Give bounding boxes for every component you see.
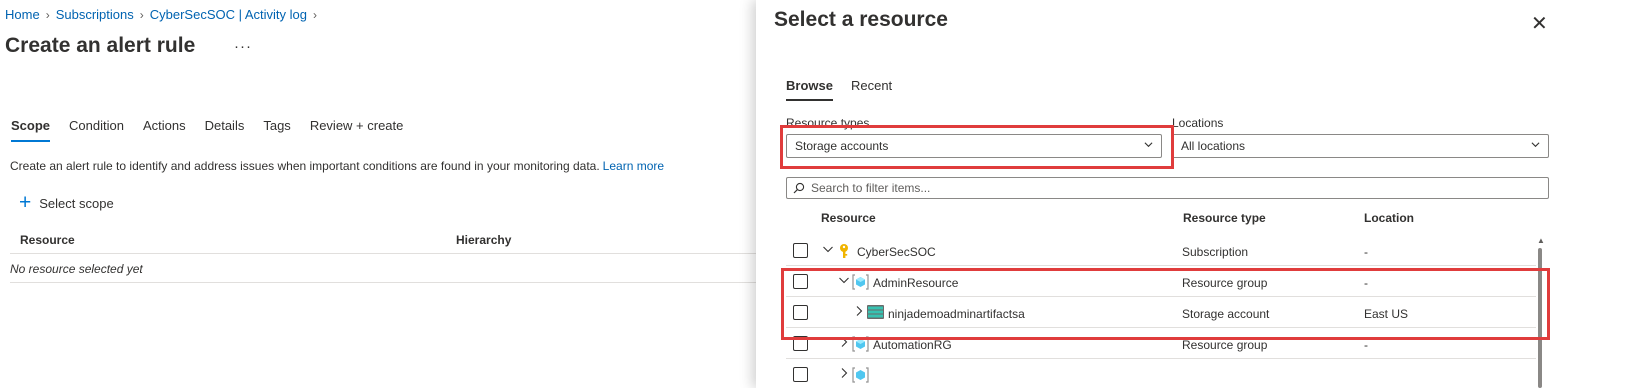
locations-label: Locations (1172, 116, 1224, 130)
resource-group-icon (852, 367, 869, 383)
row-type: Subscription (1182, 245, 1249, 259)
resource-table-header: Resource Resource type Location (786, 205, 1549, 231)
chevron-down-icon (1531, 142, 1540, 148)
close-icon[interactable]: ✕ (1531, 11, 1548, 36)
panel-tabs: Browse Recent (786, 78, 910, 101)
chevron-right-icon: › (45, 7, 50, 22)
locations-dropdown[interactable]: All locations (1172, 134, 1549, 158)
row-location: - (1364, 245, 1368, 259)
panel-title: Select a resource (774, 8, 948, 31)
learn-more-link[interactable]: Learn more (603, 159, 664, 173)
breadcrumb: Home › Subscriptions › CyberSecSOC | Act… (5, 7, 317, 22)
chevron-right-icon: › (139, 7, 144, 22)
scope-description: Create an alert rule to identify and add… (10, 159, 664, 173)
column-resource-type: Resource type (1183, 211, 1266, 225)
search-icon (793, 182, 805, 194)
select-scope-button[interactable]: + Select scope (19, 191, 114, 214)
tab-condition[interactable]: Condition (69, 118, 124, 142)
highlight-box (781, 268, 1550, 340)
key-icon (840, 244, 848, 258)
column-hierarchy: Hierarchy (456, 233, 512, 247)
table-row[interactable]: CyberSecSOC Subscription - (786, 236, 1536, 266)
plus-icon: + (19, 191, 32, 214)
page-title: Create an alert rule (5, 34, 196, 57)
scope-table-header: Resource Hierarchy (10, 228, 790, 254)
tab-review-create[interactable]: Review + create (310, 118, 404, 142)
tab-tags[interactable]: Tags (263, 118, 290, 142)
tab-actions[interactable]: Actions (143, 118, 186, 142)
filter-search-input[interactable]: Search to filter items... (786, 177, 1549, 199)
row-name: CyberSecSOC (857, 245, 936, 259)
tab-details[interactable]: Details (205, 118, 245, 142)
table-row[interactable] (786, 360, 1536, 388)
column-location: Location (1364, 211, 1414, 225)
select-scope-label: Select scope (39, 195, 114, 211)
locations-value: All locations (1181, 139, 1246, 153)
scope-table-empty: No resource selected yet (10, 255, 790, 283)
wizard-tabs: Scope Condition Actions Details Tags Rev… (11, 118, 422, 142)
row-type: Resource group (1182, 338, 1268, 352)
scroll-up-icon[interactable]: ▲ (1537, 236, 1545, 245)
chevron-right-icon[interactable] (838, 367, 850, 379)
more-options-button[interactable]: ··· (234, 38, 252, 55)
breadcrumb-home[interactable]: Home (5, 7, 40, 22)
tab-scope[interactable]: Scope (11, 118, 51, 142)
description-text: Create an alert rule to identify and add… (10, 159, 600, 173)
row-checkbox[interactable] (793, 243, 808, 258)
chevron-right-icon: › (313, 7, 317, 22)
highlight-box (780, 125, 1174, 169)
tab-browse[interactable]: Browse (786, 78, 833, 101)
breadcrumb-subscriptions[interactable]: Subscriptions (56, 7, 134, 22)
row-location: - (1364, 338, 1368, 352)
search-placeholder: Search to filter items... (811, 181, 931, 195)
row-checkbox[interactable] (793, 367, 808, 382)
select-resource-panel: Select a resource ✕ Browse Recent Resour… (756, 0, 1639, 388)
column-resource: Resource (20, 233, 75, 247)
tab-recent[interactable]: Recent (851, 78, 892, 101)
alert-rule-blade: Home › Subscriptions › CyberSecSOC | Act… (0, 0, 790, 388)
chevron-down-icon[interactable] (822, 243, 834, 255)
breadcrumb-activity-log[interactable]: CyberSecSOC | Activity log (150, 7, 307, 22)
row-name: AutomationRG (873, 338, 952, 352)
column-resource: Resource (821, 211, 876, 225)
